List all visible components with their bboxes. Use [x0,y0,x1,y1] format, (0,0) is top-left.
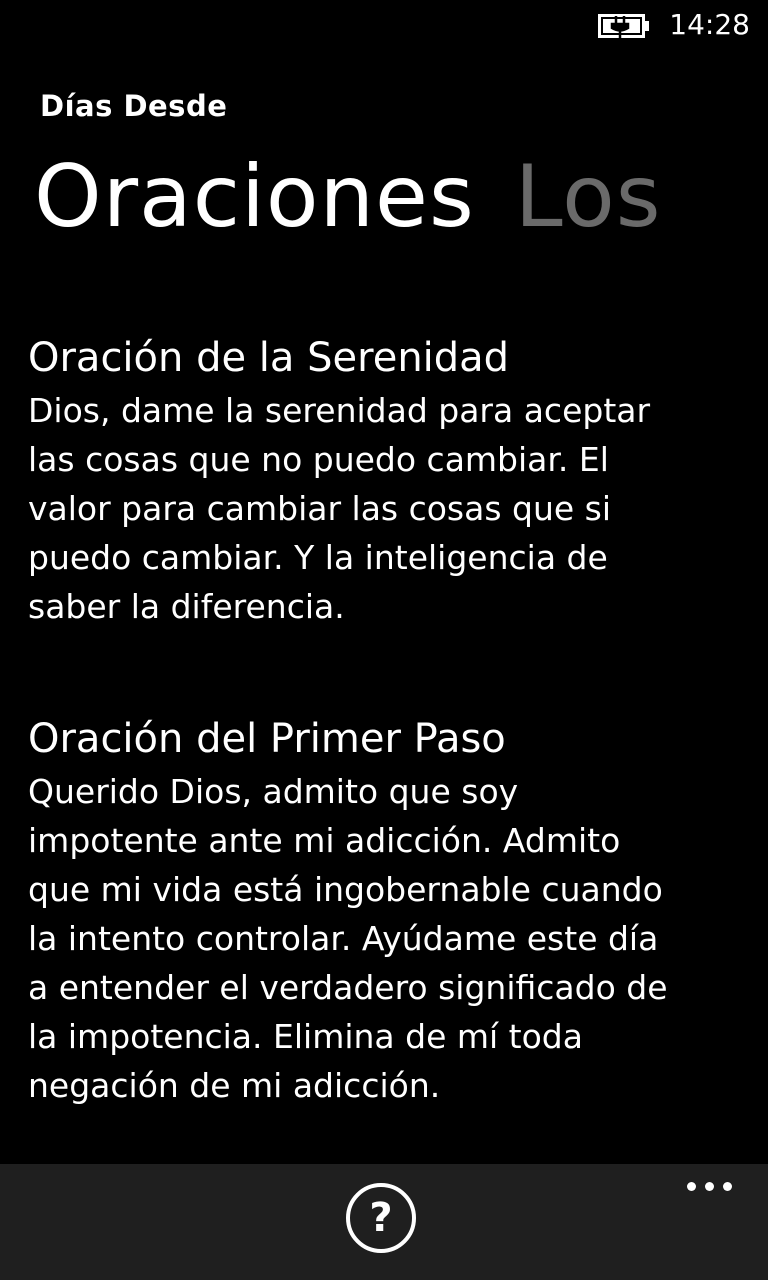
prayer-line: Querido Dios, admito que soy [28,772,519,811]
more-options-button[interactable] [687,1182,732,1191]
more-icon [705,1182,714,1191]
prayer-line: saber la diferencia. [28,587,345,626]
prayer-line: que mi vida está ingobernable cuando [28,870,663,909]
prayer-line: puedo cambiar. Y la inteligencia de [28,538,608,577]
prayer-text: Dios, dame la serenidad para aceptar las… [28,386,744,631]
prayer-line: la intento controlar. Ayúdame este día [28,919,659,958]
prayer-primer-paso: Oración del Primer Paso Querido Dios, ad… [28,711,744,1110]
prayer-line: impotente ante mi adicción. Admito [28,821,621,860]
battery-charging-icon [598,14,649,38]
prayer-line: a entender el verdadero significado de [28,968,668,1007]
prayer-line: las cosas que no puedo cambiar. El [28,440,609,479]
prayer-serenidad: Oración de la Serenidad Dios, dame la se… [28,330,744,631]
pivot-item-los[interactable]: Los [515,142,662,252]
clock: 14:28 [669,8,750,41]
application-bar: ? [0,1164,768,1280]
prayer-line: negación de mi adicción. [28,1066,441,1105]
status-bar: 14:28 [0,0,768,50]
more-icon [723,1182,732,1191]
pivot-item-oraciones[interactable]: Oraciones [34,142,475,252]
prayer-line: la impotencia. Elimina de mí toda [28,1017,583,1056]
prayer-text: Querido Dios, admito que soy impotente a… [28,767,744,1110]
help-button[interactable]: ? [346,1183,416,1253]
prayer-line: valor para cambiar las cosas que si [28,489,612,528]
prayer-title: Oración del Primer Paso [28,716,506,762]
prayer-title: Oración de la Serenidad [28,335,510,381]
pivot-header: Oraciones Los [34,142,662,252]
app-title: Días Desde [40,89,228,123]
help-icon: ? [369,1195,393,1241]
prayers-list: Oración de la Serenidad Dios, dame la se… [28,330,744,1110]
prayer-line: Dios, dame la serenidad para aceptar [28,391,651,430]
more-icon [687,1182,696,1191]
